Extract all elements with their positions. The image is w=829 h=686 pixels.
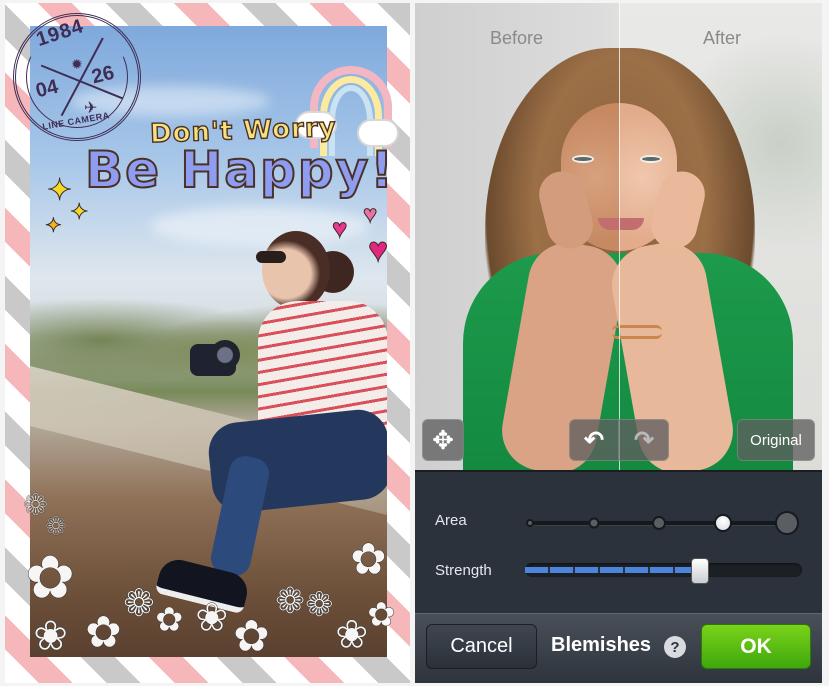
heart-icon: ♥ [367,231,389,270]
flower-icon: ✿ [233,612,270,661]
flower-icon: ❁ [123,583,155,625]
flower-icon: ✿ [155,601,184,639]
strength-slider-fill [525,567,700,573]
stamp-day: 26 [89,61,117,89]
sparkle-icon: ✦ [69,199,89,225]
flower-icon: ❁ [45,511,67,541]
heart-icon: ♥ [362,201,378,229]
strength-label: Strength [435,562,492,579]
flower-icon: ❁ [305,586,334,624]
area-label: Area [435,512,467,529]
original-button[interactable]: Original [737,419,815,461]
before-after-divider[interactable] [619,3,620,470]
ok-button[interactable]: OK [701,624,811,669]
move-icon: ✥ [432,424,454,455]
stamp-year: 1984 [33,15,87,51]
move-button[interactable]: ✥ [422,419,464,461]
cancel-button[interactable]: Cancel [426,624,537,669]
redo-icon: ↷ [633,426,655,454]
area-level-3[interactable] [651,516,666,530]
flower-icon: ✿ [25,544,76,611]
model-eye [572,155,594,163]
flower-icon: ✿ [350,535,387,584]
app-screenshots: 1984 ✹ 04 26 ✈ LINE CAMERA Don't Worry B… [0,0,829,686]
flower-icon: ❀ [195,596,229,640]
strength-slider-thumb[interactable] [690,558,709,584]
help-icon[interactable]: ? [664,636,686,658]
mode-title: Blemishes [551,634,652,656]
flower-icon: ❀ [335,613,369,657]
postmark-stamp[interactable]: 1984 ✹ 04 26 ✈ LINE CAMERA [13,13,141,141]
bottom-action-bar: Cancel Blemishes ? OK [415,613,822,683]
stamp-brand: LINE CAMERA [41,110,111,132]
sparkle-icon: ✦ [46,174,73,208]
flower-icon: ❀ [33,612,69,659]
sunglasses [256,251,286,263]
model-lips [598,218,644,230]
flower-icon: ✿ [85,608,122,657]
girl-head [262,231,330,309]
before-after-preview[interactable]: Before After ✥ ↶ ↷ Original [415,3,822,470]
camera-lens [210,340,240,370]
area-level-2[interactable] [588,517,600,529]
flower-icon: ❁ [275,580,306,621]
undo-icon: ↶ [583,426,605,454]
heart-icon: ♥ [331,213,348,244]
undo-button[interactable]: ↶ [569,419,619,461]
after-label: After [703,28,742,48]
redo-button[interactable]: ↷ [619,419,669,461]
sparkle-icon: ✦ [45,215,63,238]
be-happy-sticker[interactable]: Be Happy! [84,140,395,200]
area-level-4[interactable] [713,514,732,532]
flower-icon: ✿ [367,596,396,634]
area-level-1[interactable] [526,519,534,527]
before-label: Before [490,28,544,48]
beauty-editor: Before After ✥ ↶ ↷ Original Area Strengt… [415,3,822,683]
sun-icon: ✹ [71,56,83,72]
adjustment-controls: Area Strength [415,470,822,613]
stamp-month: 04 [33,75,61,103]
model-eye [640,155,662,163]
area-level-5[interactable] [775,511,799,535]
stamp-frame: 1984 ✹ 04 26 ✈ LINE CAMERA Don't Worry B… [5,3,410,683]
